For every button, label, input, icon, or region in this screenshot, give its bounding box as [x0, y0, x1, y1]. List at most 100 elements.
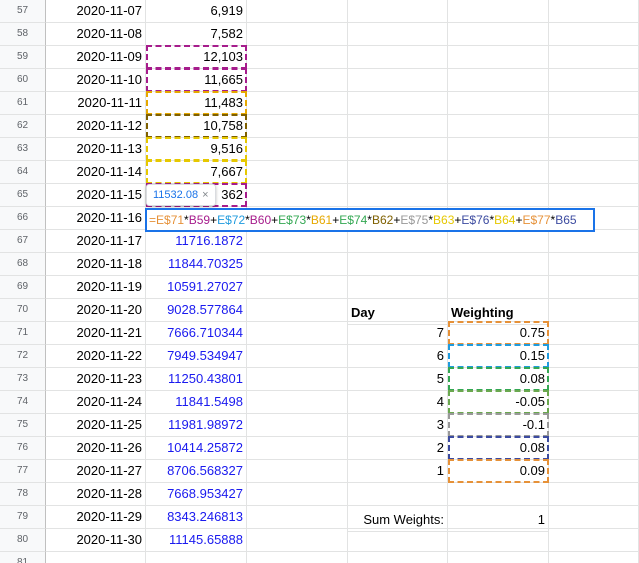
empty-cell[interactable] [348, 23, 448, 46]
sum-weights-value[interactable]: 1 [448, 509, 549, 532]
empty-cell[interactable] [549, 138, 639, 161]
empty-cell[interactable] [448, 529, 549, 552]
empty-cell[interactable] [448, 161, 549, 184]
day-cell[interactable]: 6 [348, 345, 448, 368]
day-cell[interactable]: 4 [348, 391, 448, 414]
empty-cell[interactable] [247, 46, 348, 69]
empty-cell[interactable] [247, 161, 348, 184]
date-cell[interactable]: 2020-11-12 [46, 115, 146, 138]
row-header[interactable]: 66 [0, 207, 46, 230]
empty-cell[interactable] [549, 506, 639, 529]
date-cell[interactable]: 2020-11-26 [46, 437, 146, 460]
value-cell[interactable] [146, 552, 247, 563]
empty-cell[interactable] [549, 345, 639, 368]
empty-cell[interactable] [247, 23, 348, 46]
empty-cell[interactable] [247, 345, 348, 368]
value-cell[interactable]: 7949.534947 [146, 345, 247, 368]
date-cell[interactable]: 2020-11-21 [46, 322, 146, 345]
row-header[interactable]: 81 [0, 552, 46, 563]
empty-cell[interactable] [549, 23, 639, 46]
empty-cell[interactable] [549, 529, 639, 552]
empty-cell[interactable] [448, 276, 549, 299]
weight-cell[interactable]: 0.09 [448, 460, 549, 483]
date-cell[interactable]: 2020-11-18 [46, 253, 146, 276]
value-cell[interactable]: 10414.25872 [146, 437, 247, 460]
date-cell[interactable]: 2020-11-24 [46, 391, 146, 414]
empty-cell[interactable] [549, 322, 639, 345]
empty-cell[interactable] [448, 46, 549, 69]
row-header[interactable]: 79 [0, 506, 46, 529]
empty-cell[interactable] [448, 138, 549, 161]
empty-cell[interactable] [448, 115, 549, 138]
date-cell[interactable]: 2020-11-28 [46, 483, 146, 506]
date-cell[interactable]: 2020-11-08 [46, 23, 146, 46]
empty-cell[interactable] [247, 115, 348, 138]
value-cell[interactable]: 8343.246813 [146, 506, 247, 529]
empty-cell[interactable] [448, 253, 549, 276]
empty-cell[interactable] [448, 23, 549, 46]
empty-cell[interactable] [549, 276, 639, 299]
weight-cell[interactable]: -0.1 [448, 414, 549, 437]
empty-cell[interactable] [549, 184, 639, 207]
empty-cell[interactable] [348, 161, 448, 184]
row-header[interactable]: 77 [0, 460, 46, 483]
value-cell[interactable]: 11145.65888 [146, 529, 247, 552]
empty-cell[interactable] [549, 368, 639, 391]
date-cell[interactable]: 2020-11-19 [46, 276, 146, 299]
empty-cell[interactable] [549, 230, 639, 253]
date-cell[interactable] [46, 552, 146, 563]
row-header[interactable]: 57 [0, 0, 46, 23]
empty-cell[interactable] [247, 276, 348, 299]
empty-cell[interactable] [549, 0, 639, 23]
empty-cell[interactable] [247, 368, 348, 391]
empty-cell[interactable] [448, 184, 549, 207]
date-cell[interactable]: 2020-11-11 [46, 92, 146, 115]
empty-cell[interactable] [348, 483, 448, 506]
value-cell[interactable]: 10,758 [146, 115, 247, 138]
empty-cell[interactable] [549, 46, 639, 69]
empty-cell[interactable] [247, 299, 348, 322]
empty-cell[interactable] [549, 483, 639, 506]
date-cell[interactable]: 2020-11-10 [46, 69, 146, 92]
date-cell[interactable]: 2020-11-27 [46, 460, 146, 483]
weight-cell[interactable]: 0.75 [448, 322, 549, 345]
empty-cell[interactable] [549, 414, 639, 437]
row-header[interactable]: 59 [0, 46, 46, 69]
date-cell[interactable]: 2020-11-07 [46, 0, 146, 23]
value-cell[interactable]: 9028.577864 [146, 299, 247, 322]
value-cell[interactable]: 10591.27027 [146, 276, 247, 299]
date-cell[interactable]: 2020-11-20 [46, 299, 146, 322]
date-cell[interactable]: 2020-11-30 [46, 529, 146, 552]
value-cell[interactable]: 11,665 [146, 69, 247, 92]
row-header[interactable]: 60 [0, 69, 46, 92]
empty-cell[interactable] [348, 115, 448, 138]
day-cell[interactable]: 2 [348, 437, 448, 460]
value-cell[interactable]: 11,483 [146, 92, 247, 115]
sum-weights-label[interactable]: Sum Weights: [348, 509, 448, 532]
weight-cell[interactable]: -0.05 [448, 391, 549, 414]
row-header[interactable]: 67 [0, 230, 46, 253]
row-header[interactable]: 69 [0, 276, 46, 299]
row-header[interactable]: 61 [0, 92, 46, 115]
day-cell[interactable]: 5 [348, 368, 448, 391]
row-header[interactable]: 65 [0, 184, 46, 207]
day-cell[interactable]: 7 [348, 322, 448, 345]
date-cell[interactable]: 2020-11-29 [46, 506, 146, 529]
date-cell[interactable]: 2020-11-25 [46, 414, 146, 437]
empty-cell[interactable] [348, 253, 448, 276]
empty-cell[interactable] [247, 138, 348, 161]
row-header[interactable]: 62 [0, 115, 46, 138]
empty-cell[interactable] [247, 0, 348, 23]
empty-cell[interactable] [348, 46, 448, 69]
value-cell[interactable]: 7,667 [146, 161, 247, 184]
row-header[interactable]: 74 [0, 391, 46, 414]
empty-cell[interactable] [247, 414, 348, 437]
row-header[interactable]: 68 [0, 253, 46, 276]
empty-cell[interactable] [247, 483, 348, 506]
empty-cell[interactable] [448, 552, 549, 563]
date-cell[interactable]: 2020-11-15 [46, 184, 146, 207]
empty-cell[interactable] [348, 230, 448, 253]
row-header[interactable]: 76 [0, 437, 46, 460]
row-header[interactable]: 64 [0, 161, 46, 184]
empty-cell[interactable] [247, 92, 348, 115]
